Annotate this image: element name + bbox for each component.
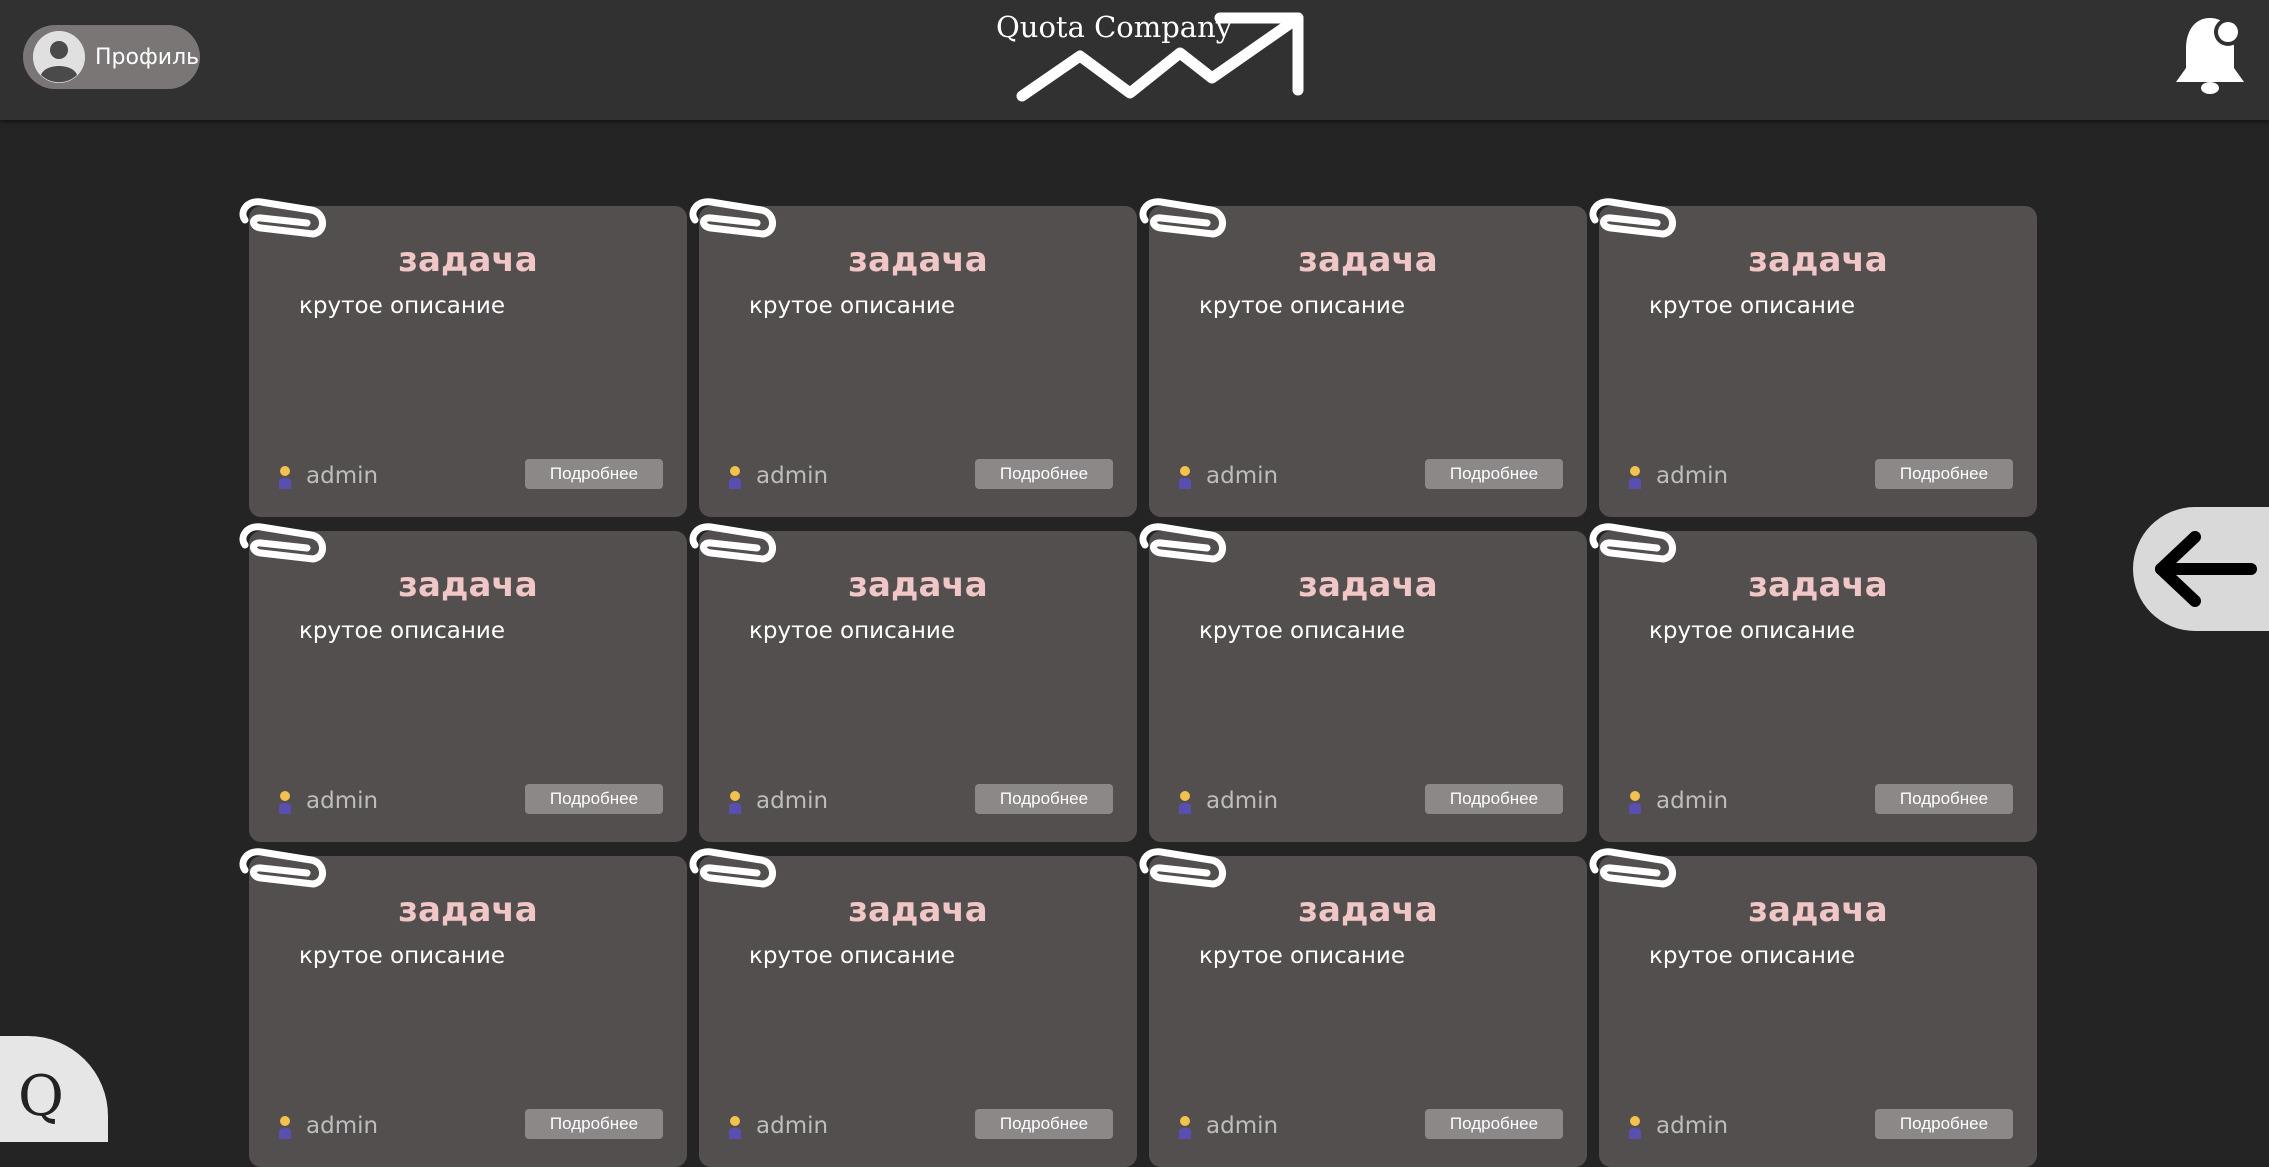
card-footer: admin Подробнее xyxy=(1627,784,2013,818)
task-author: admin xyxy=(306,463,379,489)
details-button[interactable]: Подробнее xyxy=(525,784,663,814)
task-description: крутое описание xyxy=(1199,293,1405,319)
task-title: задача xyxy=(848,565,988,605)
card-footer: admin Подробнее xyxy=(1177,1109,1563,1143)
task-title: задача xyxy=(398,890,538,930)
task-author: admin xyxy=(756,463,829,489)
person-icon xyxy=(1177,790,1193,814)
task-card: задача крутое описание admin Подробнее xyxy=(689,848,1137,1167)
task-title: задача xyxy=(1748,565,1888,605)
task-author: admin xyxy=(756,788,829,814)
task-description: крутое описание xyxy=(749,293,955,319)
person-icon xyxy=(1177,465,1193,489)
task-author: admin xyxy=(1656,1113,1729,1139)
q-logo-icon[interactable]: Q xyxy=(0,1036,108,1142)
card-footer: admin Подробнее xyxy=(727,1109,1113,1143)
person-icon xyxy=(1177,1115,1193,1139)
task-title: задача xyxy=(1748,240,1888,280)
task-title: задача xyxy=(1748,890,1888,930)
card-footer: admin Подробнее xyxy=(1627,1109,2013,1143)
task-description: крутое описание xyxy=(1649,943,1855,969)
card-footer: admin Подробнее xyxy=(727,784,1113,818)
task-author: admin xyxy=(1206,1113,1279,1139)
task-card: задача крутое описание admin Подробнее xyxy=(239,848,687,1167)
task-title: задача xyxy=(848,240,988,280)
task-description: крутое описание xyxy=(299,618,505,644)
details-button[interactable]: Подробнее xyxy=(975,459,1113,489)
card-footer: admin Подробнее xyxy=(277,784,663,818)
details-button[interactable]: Подробнее xyxy=(525,1109,663,1139)
task-card: задача крутое описание admin Подробнее xyxy=(1589,523,2037,842)
person-icon xyxy=(277,790,293,814)
task-author: admin xyxy=(1206,788,1279,814)
task-author: admin xyxy=(1656,788,1729,814)
task-card: задача крутое описание admin Подробнее xyxy=(1139,198,1587,517)
task-author: admin xyxy=(306,1113,379,1139)
task-title: задача xyxy=(848,890,988,930)
task-description: крутое описание xyxy=(1649,618,1855,644)
task-description: крутое описание xyxy=(1199,943,1405,969)
details-button[interactable]: Подробнее xyxy=(525,459,663,489)
user-avatar-icon xyxy=(33,31,85,83)
task-description: крутое описание xyxy=(299,293,505,319)
company-logo[interactable]: Quota Company xyxy=(990,8,1310,108)
task-title: задача xyxy=(1298,565,1438,605)
q-letter: Q xyxy=(18,1064,64,1129)
task-card: задача крутое описание admin Подробнее xyxy=(1139,848,1587,1167)
person-icon xyxy=(727,1115,743,1139)
back-button[interactable] xyxy=(2133,507,2269,631)
card-footer: admin Подробнее xyxy=(277,459,663,493)
task-description: крутое описание xyxy=(749,618,955,644)
task-author: admin xyxy=(1206,463,1279,489)
task-title: задача xyxy=(398,565,538,605)
task-title: задача xyxy=(1298,240,1438,280)
arrow-left-icon xyxy=(2155,531,2257,607)
task-card: задача крутое описание admin Подробнее xyxy=(239,523,687,842)
task-card: задача крутое описание admin Подробнее xyxy=(1589,848,2037,1167)
details-button[interactable]: Подробнее xyxy=(1425,459,1563,489)
bell-icon[interactable] xyxy=(2172,12,2248,98)
details-button[interactable]: Подробнее xyxy=(975,784,1113,814)
task-description: крутое описание xyxy=(1199,618,1405,644)
person-icon xyxy=(1627,790,1643,814)
person-icon xyxy=(1627,1115,1643,1139)
person-icon xyxy=(277,465,293,489)
card-footer: admin Подробнее xyxy=(277,1109,663,1143)
task-cards-grid: задача крутое описание admin Подробнее задач… xyxy=(239,198,2037,1167)
profile-button[interactable]: Профиль xyxy=(23,25,200,89)
app-header: Профиль Quota Company xyxy=(0,0,2269,120)
trend-arrow-icon xyxy=(1016,12,1304,102)
task-title: задача xyxy=(398,240,538,280)
card-footer: admin Подробнее xyxy=(1177,784,1563,818)
task-card: задача крутое описание admin Подробнее xyxy=(239,198,687,517)
task-author: admin xyxy=(756,1113,829,1139)
profile-label: Профиль xyxy=(95,44,200,70)
details-button[interactable]: Подробнее xyxy=(1875,784,2013,814)
task-title: задача xyxy=(1298,890,1438,930)
card-footer: admin Подробнее xyxy=(1177,459,1563,493)
task-author: admin xyxy=(306,788,379,814)
details-button[interactable]: Подробнее xyxy=(1425,784,1563,814)
task-description: крутое описание xyxy=(299,943,505,969)
person-icon xyxy=(727,790,743,814)
details-button[interactable]: Подробнее xyxy=(1875,1109,2013,1139)
task-card: задача крутое описание admin Подробнее xyxy=(1139,523,1587,842)
details-button[interactable]: Подробнее xyxy=(975,1109,1113,1139)
task-card: задача крутое описание admin Подробнее xyxy=(689,523,1137,842)
person-icon xyxy=(727,465,743,489)
task-author: admin xyxy=(1656,463,1729,489)
details-button[interactable]: Подробнее xyxy=(1875,459,2013,489)
card-footer: admin Подробнее xyxy=(727,459,1113,493)
task-description: крутое описание xyxy=(749,943,955,969)
task-card: задача крутое описание admin Подробнее xyxy=(689,198,1137,517)
details-button[interactable]: Подробнее xyxy=(1425,1109,1563,1139)
person-icon xyxy=(1627,465,1643,489)
task-card: задача крутое описание admin Подробнее xyxy=(1589,198,2037,517)
task-description: крутое описание xyxy=(1649,293,1855,319)
person-icon xyxy=(277,1115,293,1139)
card-footer: admin Подробнее xyxy=(1627,459,2013,493)
